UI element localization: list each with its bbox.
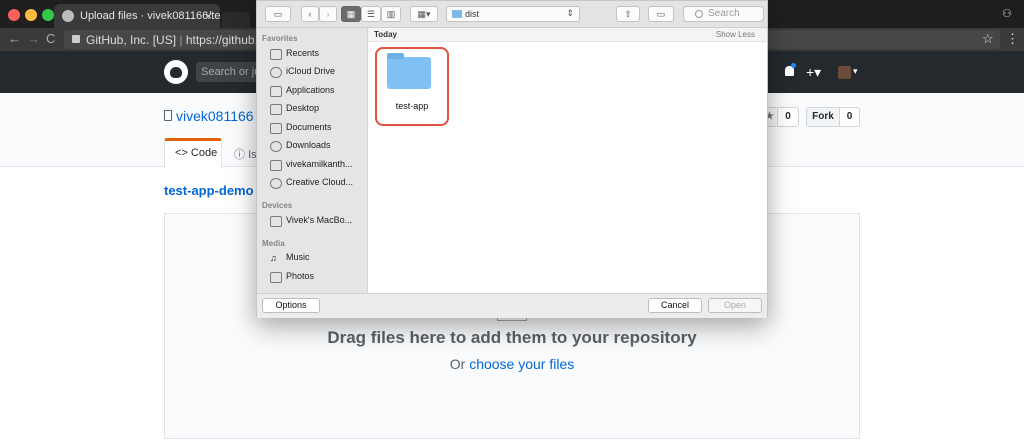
applications-icon xyxy=(270,86,282,97)
media-header: Media xyxy=(262,239,285,248)
sidebar-item-downloads[interactable]: Downloads xyxy=(262,138,367,155)
sidebar-item-label: Desktop xyxy=(286,103,320,113)
cancel-button[interactable]: Cancel xyxy=(648,298,702,313)
sidebar-item-label: Applications xyxy=(286,85,335,95)
forward-nav-button[interactable]: › xyxy=(319,6,337,22)
sidebar-item-desktop[interactable]: Desktop xyxy=(262,101,367,118)
choose-files-link[interactable]: choose your files xyxy=(469,356,574,372)
bookmark-star-icon[interactable]: ☆ xyxy=(982,31,994,47)
favorites-header: Favorites xyxy=(262,34,298,43)
tab-title: Upload files · vivek081166/test xyxy=(80,10,220,22)
share-button[interactable]: ⇧ xyxy=(616,6,640,22)
home-icon xyxy=(270,160,282,171)
sidebar-item-documents[interactable]: Documents xyxy=(262,120,367,137)
group-by-button[interactable]: ▦▾ xyxy=(410,6,438,22)
folder-label: test-app xyxy=(395,101,429,111)
avatar-caret-icon[interactable]: ▾ xyxy=(853,66,858,77)
devices-header: Devices xyxy=(262,201,293,210)
sidebar-item-label: Photos xyxy=(286,271,315,281)
icon-view-button[interactable]: ▦ xyxy=(341,6,361,22)
back-button[interactable]: ← xyxy=(8,31,21,46)
sidebar-item-label: Documents xyxy=(286,122,332,132)
drop-title: Drag files here to add them to your repo… xyxy=(327,328,697,347)
unread-dot-icon xyxy=(791,63,796,68)
search-placeholder: Search xyxy=(708,8,740,19)
back-nav-button[interactable]: ‹ xyxy=(301,6,319,22)
create-new-icon[interactable]: +▾ xyxy=(806,64,821,81)
tab-code[interactable]: <> Code xyxy=(164,138,222,168)
star-count[interactable]: 0 xyxy=(777,107,799,127)
zoom-window-button[interactable] xyxy=(42,9,54,21)
sidebar-item-label: Recents xyxy=(286,48,320,58)
folder-icon xyxy=(452,10,462,18)
dialog-sidebar: Favorites Recents iCloud Drive Applicati… xyxy=(257,28,368,293)
sidebar-item-applications[interactable]: Applications xyxy=(262,83,367,100)
creative-cloud-icon xyxy=(270,178,282,189)
avatar[interactable] xyxy=(838,66,851,79)
documents-icon xyxy=(270,123,282,134)
tag-button[interactable]: ▭ xyxy=(648,6,674,22)
sidebar-item-macbook[interactable]: Vivek's MacBo... xyxy=(262,213,367,230)
lock-icon xyxy=(72,35,80,43)
options-button[interactable]: Options xyxy=(262,298,320,313)
desktop-icon xyxy=(270,104,282,115)
tab-issues[interactable]: ⓘ Is xyxy=(234,146,257,162)
folder-icon[interactable] xyxy=(387,53,431,89)
incognito-icon: ⚇ xyxy=(1002,8,1012,20)
github-favicon-icon xyxy=(62,10,74,22)
close-window-button[interactable] xyxy=(8,9,20,21)
open-button[interactable]: Open xyxy=(708,298,762,313)
sidebar-item-label: iCloud Drive xyxy=(286,66,336,76)
sidebar-item-photos[interactable]: Photos xyxy=(262,269,367,286)
music-icon: ♫ xyxy=(270,253,277,263)
new-tab-button[interactable] xyxy=(222,12,250,28)
sidebar-toggle-button[interactable]: ▭ xyxy=(265,6,291,22)
fork-button[interactable]: Fork xyxy=(806,107,840,127)
folder-path-popup[interactable]: dist ⇕ xyxy=(446,6,580,22)
sidebar-item-label: Music xyxy=(286,252,310,262)
sidebar-item-label: vivekamilkanth... xyxy=(286,159,353,169)
sidebar-item-icloud[interactable]: iCloud Drive xyxy=(262,64,367,81)
current-folder-label: dist xyxy=(465,9,480,19)
sidebar-item-creative-cloud[interactable]: Creative Cloud... xyxy=(262,175,367,192)
minimize-window-button[interactable] xyxy=(25,9,37,21)
reload-button[interactable]: C xyxy=(46,31,55,46)
list-view-button[interactable]: ☰ xyxy=(361,6,381,22)
repo-owner-link[interactable]: vivek081166 xyxy=(176,108,254,124)
recents-icon xyxy=(270,49,282,60)
dialog-search-field[interactable]: Search xyxy=(683,6,764,22)
downloads-icon xyxy=(270,141,282,152)
repo-icon xyxy=(164,110,172,121)
github-logo-icon[interactable] xyxy=(164,60,188,84)
breadcrumb[interactable]: test-app-demo xyxy=(164,183,256,198)
sidebar-item-music[interactable]: ♫ Music xyxy=(262,250,367,267)
group-label: Today xyxy=(374,30,397,39)
site-identity: GitHub, Inc. [US] xyxy=(86,33,177,47)
open-file-dialog: ▭ ‹ › ▦ ☰ ▥ ▦▾ dist ⇕ ⇧ ▭ Search Favorit… xyxy=(256,0,768,318)
fork-count[interactable]: 0 xyxy=(839,107,860,127)
drop-subtitle: Or choose your files xyxy=(164,356,860,372)
or-text: Or xyxy=(449,356,466,372)
search-icon xyxy=(695,10,703,18)
sidebar-item-recents[interactable]: Recents xyxy=(262,46,367,63)
menu-icon[interactable]: ⋮ xyxy=(1006,31,1019,47)
forward-button[interactable]: → xyxy=(27,31,40,46)
photos-icon xyxy=(270,272,282,283)
group-header: Today Show Less xyxy=(368,28,767,42)
sidebar-item-label: Creative Cloud... xyxy=(286,177,354,187)
column-view-button[interactable]: ▥ xyxy=(381,6,401,22)
repo-title: vivek081166 / xyxy=(176,108,261,124)
sidebar-item-label: Downloads xyxy=(286,140,331,150)
laptop-icon xyxy=(270,216,282,227)
show-less-link[interactable]: Show Less xyxy=(716,30,755,39)
tab-close-icon[interactable]: × xyxy=(205,9,212,23)
icloud-icon xyxy=(270,67,282,78)
browser-tab[interactable]: Upload files · vivek081166/test × xyxy=(54,4,220,28)
sidebar-item-home[interactable]: vivekamilkanth... xyxy=(262,157,367,174)
chevron-updown-icon: ⇕ xyxy=(566,8,574,18)
sidebar-item-label: Vivek's MacBo... xyxy=(286,215,353,225)
